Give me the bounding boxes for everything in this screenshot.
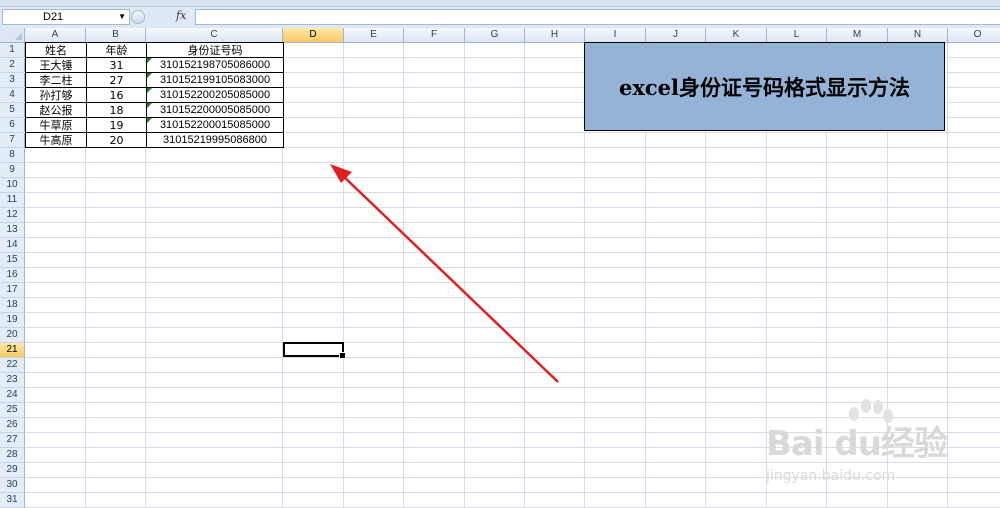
watermark-url: jingyan.baidu.com [766, 468, 896, 484]
baidu-watermark: Bai du经验 jingyan.baidu.com [760, 398, 1000, 508]
arrow-shaft [339, 172, 559, 383]
watermark-brand: Bai du经验 [766, 424, 948, 464]
